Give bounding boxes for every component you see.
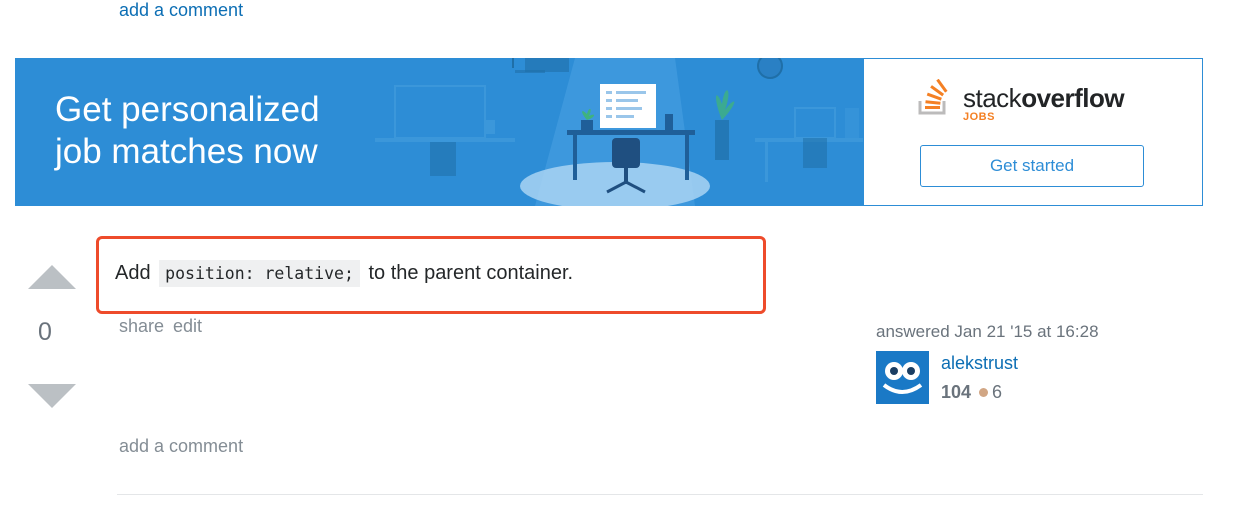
answer-text-after: to the parent container. bbox=[368, 262, 574, 284]
stackoverflow-logo-icon bbox=[918, 79, 948, 115]
bronze-badge-count: 6 bbox=[992, 382, 1003, 402]
add-comment-link-bottom[interactable]: add a comment bbox=[119, 436, 243, 457]
banner-headline-line1: Get personalized bbox=[55, 90, 320, 129]
jobs-ad-banner[interactable]: Get personalized job matches now stackov… bbox=[15, 58, 1203, 206]
edit-link[interactable]: edit bbox=[173, 316, 202, 336]
get-started-button[interactable]: Get started bbox=[920, 145, 1144, 187]
answer-body: Add position: relative; to the parent co… bbox=[115, 260, 574, 287]
banner-headline: Get personalized job matches now bbox=[55, 89, 320, 173]
logo-wordmark: stackoverflow bbox=[963, 83, 1125, 113]
reputation-score: 104 bbox=[941, 382, 972, 402]
vote-count: 0 bbox=[38, 318, 52, 346]
user-name-link[interactable]: alekstrust bbox=[941, 353, 1018, 374]
vote-down-arrow-icon[interactable] bbox=[28, 384, 76, 408]
banner-promo-area[interactable]: Get personalized job matches now bbox=[15, 58, 863, 206]
post-menu: share edit bbox=[119, 316, 211, 337]
user-avatar-icon bbox=[876, 351, 929, 404]
logo-jobs-label: JOBS bbox=[963, 111, 995, 123]
avatar[interactable] bbox=[876, 351, 929, 404]
answer-text-before: Add bbox=[115, 262, 151, 284]
office-illustration-icon bbox=[375, 58, 863, 206]
bronze-badge-icon bbox=[979, 387, 989, 397]
answer-divider bbox=[117, 494, 1203, 495]
vote-up-arrow-icon[interactable] bbox=[28, 265, 76, 289]
answered-timestamp[interactable]: answered Jan 21 '15 at 16:28 bbox=[876, 322, 1099, 342]
banner-cta-panel[interactable]: stackoverflow JOBS Get started bbox=[863, 58, 1203, 206]
banner-headline-line2: job matches now bbox=[55, 132, 318, 171]
user-reputation: 104 6 bbox=[941, 382, 1002, 403]
answer-code: position: relative; bbox=[159, 260, 360, 287]
share-link[interactable]: share bbox=[119, 316, 164, 336]
add-comment-link[interactable]: add a comment bbox=[119, 0, 243, 21]
